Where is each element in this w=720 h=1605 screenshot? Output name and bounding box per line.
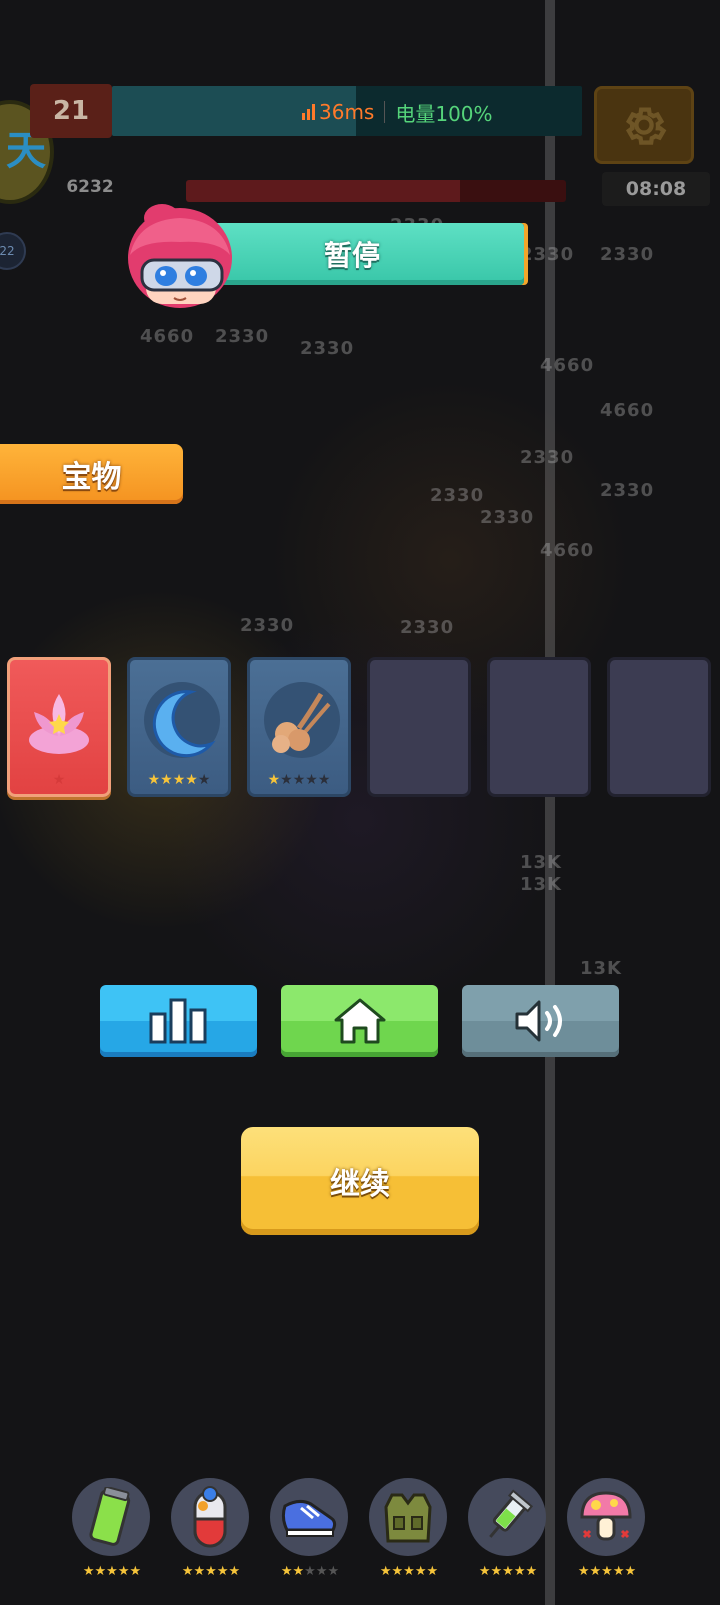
equipment-stars: ★★★★★ xyxy=(379,1564,439,1579)
mushroom-icon xyxy=(580,1491,632,1541)
equipment-stars: ★★★★★ xyxy=(280,1564,340,1579)
syringe-icon xyxy=(489,1489,534,1538)
game-timer: 08:08 xyxy=(602,172,710,206)
network-status: 36ms 电量100% xyxy=(302,98,493,126)
lotus-icon xyxy=(29,694,89,755)
dust-cloud-icon xyxy=(272,693,331,754)
damage-number: 13K xyxy=(580,958,622,979)
damage-number: 13K xyxy=(520,874,562,895)
equipment-battery[interactable]: ★★★★★ xyxy=(72,1478,152,1588)
damage-number: 2330 xyxy=(300,338,355,359)
tactical-vest-icon xyxy=(384,1493,432,1543)
equipment-circle xyxy=(468,1478,546,1556)
boss-health-fill xyxy=(186,180,460,202)
damage-number: 2330 xyxy=(600,480,655,501)
damage-number: 2330 xyxy=(240,615,295,636)
continue-button[interactable]: 继续 xyxy=(241,1127,479,1235)
home-icon xyxy=(334,998,385,1044)
damage-number: 2330 xyxy=(430,485,485,506)
level-indicator: 21 xyxy=(30,84,112,138)
equipment-circle xyxy=(369,1478,447,1556)
signal-icon xyxy=(302,104,315,120)
item-slot-empty[interactable] xyxy=(487,657,591,797)
equipment-mushroom[interactable]: ★★★★★ xyxy=(567,1478,647,1588)
item-slot-dust[interactable]: ★★★★★ xyxy=(247,657,351,797)
capsule-pill-icon xyxy=(193,1486,227,1548)
battery-canister-icon xyxy=(89,1487,131,1546)
damage-number: 4660 xyxy=(540,540,595,561)
speaker-icon xyxy=(515,1000,562,1042)
gear-icon xyxy=(625,107,667,145)
item-stars: ★ xyxy=(52,772,66,788)
item-stars: ★★★★★ xyxy=(267,772,331,788)
equipment-syringe[interactable]: ★★★★★ xyxy=(468,1478,548,1588)
damage-number: 2330 xyxy=(600,244,655,265)
status-divider xyxy=(384,101,386,123)
damage-number: 2330 xyxy=(480,507,535,528)
boss-health-bar xyxy=(186,180,566,202)
item-slot-lotus[interactable]: ★ xyxy=(7,657,111,797)
equipment-vest[interactable]: ★★★★★ xyxy=(369,1478,449,1588)
equipment-sneaker[interactable]: ★★★★★ xyxy=(270,1478,350,1588)
damage-number: 13K xyxy=(520,852,562,873)
coin-counter: 6232 xyxy=(66,177,114,197)
stats-button[interactable] xyxy=(100,985,257,1057)
treasure-tab[interactable]: 宝物 xyxy=(0,444,183,504)
item-slot-moon[interactable]: ★★★★★ xyxy=(127,657,231,797)
damage-number: 2330 xyxy=(215,326,270,347)
hero-avatar xyxy=(128,204,232,308)
damage-number: 4660 xyxy=(600,400,655,421)
damage-number: 4660 xyxy=(540,355,595,376)
equipment-stars: ★★★★★ xyxy=(478,1564,538,1579)
crescent-moon-icon xyxy=(152,690,216,758)
equipment-stars: ★★★★★ xyxy=(82,1564,142,1579)
equipment-stars: ★★★★★ xyxy=(577,1564,637,1579)
equipment-capsule[interactable]: ★★★★★ xyxy=(171,1478,251,1588)
sound-button[interactable] xyxy=(462,985,619,1057)
sneaker-icon xyxy=(281,1499,337,1537)
equipment-circle xyxy=(270,1478,348,1556)
damage-number: 2330 xyxy=(400,617,455,638)
item-slots: ★ ★★★★★ ★★★★★ xyxy=(7,657,713,800)
equipment-stars: ★★★★★ xyxy=(181,1564,241,1579)
equipment-circle xyxy=(171,1478,249,1556)
ping-value: 36ms xyxy=(319,100,375,124)
bar-chart-icon xyxy=(149,998,206,1044)
road-line xyxy=(545,0,555,1605)
equipment-circle xyxy=(72,1478,150,1556)
damage-number: 2330 xyxy=(520,447,575,468)
item-slot-empty[interactable] xyxy=(367,657,471,797)
equipment-circle xyxy=(567,1478,645,1556)
damage-number: 4660 xyxy=(140,326,195,347)
home-button[interactable] xyxy=(281,985,438,1057)
item-slot-empty[interactable] xyxy=(607,657,711,797)
battery-status: 电量100% xyxy=(395,101,493,126)
damage-number: 2330 xyxy=(520,244,575,265)
item-stars: ★★★★★ xyxy=(147,772,211,788)
settings-button[interactable] xyxy=(594,86,694,164)
